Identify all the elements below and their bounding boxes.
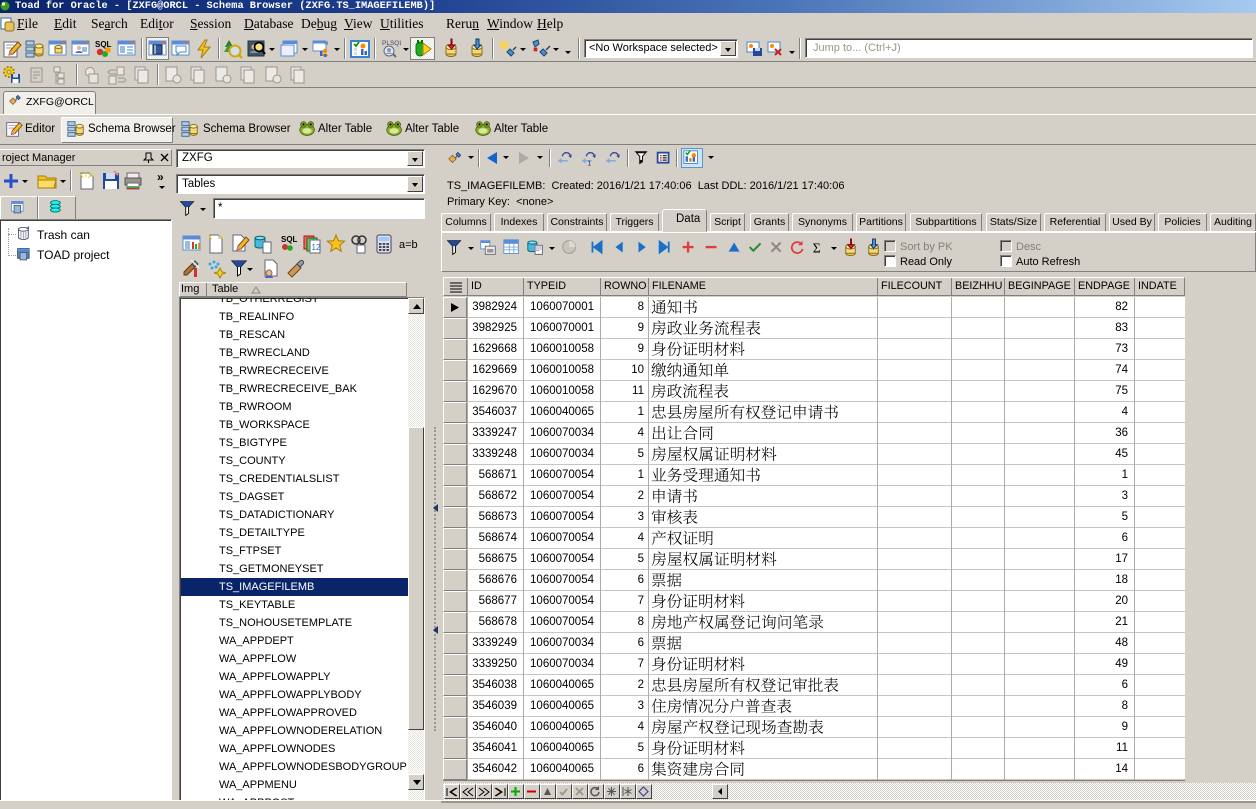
- svg-text:a=b: a=b: [399, 239, 418, 251]
- svg-text:PLSQL: PLSQL: [382, 40, 401, 47]
- svg-text:Σ: Σ: [813, 241, 821, 256]
- svg-text:1: 1: [587, 158, 591, 167]
- svg-text:SQL: SQL: [281, 235, 298, 244]
- svg-text:12: 12: [312, 243, 321, 252]
